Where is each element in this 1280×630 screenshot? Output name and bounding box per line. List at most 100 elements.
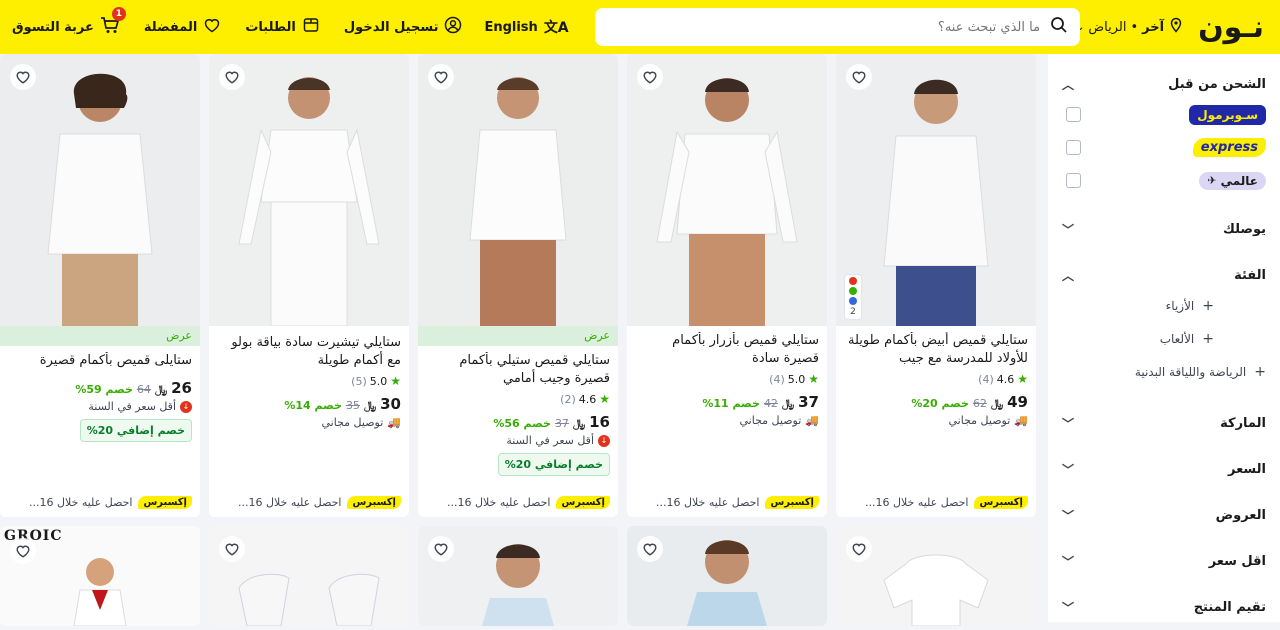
checkbox[interactable] (1066, 107, 1081, 122)
product-card[interactable]: GROIC (0, 526, 200, 626)
lowest-price-note: ↓ أقل سعر في السنة (426, 434, 610, 447)
product-image[interactable] (627, 54, 827, 326)
category-item-fashion[interactable]: + الأزياء (1062, 289, 1266, 322)
filter-option-global[interactable]: عالمي ✈ (1062, 164, 1266, 197)
checkbox[interactable] (1066, 140, 1081, 155)
search-input[interactable] (606, 19, 1041, 35)
category-item-toys[interactable]: + الألعاب (1062, 322, 1266, 355)
product-card[interactable] (418, 526, 618, 626)
riyal-icon: ﷼ (154, 383, 168, 396)
product-image[interactable]: 2 (836, 54, 1036, 326)
extra-discount-badge: خصم إضافي 20% (79, 419, 192, 442)
wishlist-heart-icon[interactable] (219, 64, 245, 90)
wishlist-heart-icon[interactable] (219, 536, 245, 562)
riyal-icon: ﷼ (781, 397, 795, 410)
filter-offers[interactable]: العروض ﹀ (1062, 492, 1266, 538)
product-card[interactable]: 2 ستايلي قميص أبيض بأكمام طويلة للأولاد … (836, 54, 1036, 517)
product-image[interactable] (0, 54, 200, 326)
filter-delivery[interactable]: يوصلك ﹀ (1062, 215, 1266, 243)
airplane-icon: ✈ (1207, 174, 1217, 187)
product-card[interactable]: عرض ستايلى قميص بأكمام قصيرة 26 ﷼ 64 خصم… (0, 54, 200, 517)
riyal-icon: ﷼ (572, 417, 586, 430)
riyal-icon: ﷼ (990, 397, 1004, 410)
product-rating: ★ 5.0 (5) (351, 374, 401, 388)
filter-lowest-price[interactable]: اقل سعر ﹀ (1062, 538, 1266, 584)
filter-price[interactable]: السعر ﹀ (1062, 446, 1266, 492)
product-image[interactable] (418, 54, 618, 326)
filter-brand[interactable]: الماركة ﹀ (1062, 400, 1266, 446)
price-row: 16 ﷼ 37 خصم 56% (493, 413, 610, 431)
cart-link[interactable]: 1 عربة التسوق (0, 7, 132, 38)
product-card[interactable] (627, 526, 827, 626)
wishlist-heart-icon[interactable] (637, 536, 663, 562)
location-selector[interactable]: آخر • الرياض ⌄ (1076, 17, 1184, 37)
product-rating: ★ 4.6 (2) (560, 392, 610, 406)
filter-option-express[interactable]: express (1062, 131, 1266, 164)
filter-shipped-by[interactable]: الشحن من قبل ︿ (1062, 70, 1266, 98)
search-bar[interactable] (594, 8, 1081, 46)
star-icon: ★ (599, 392, 610, 406)
express-delivery-line: إكسبرس احصل عليه خلال 16... (8, 496, 192, 509)
category-item-sports[interactable]: + الرياضة واللياقة البدنية (1062, 355, 1266, 388)
product-card[interactable] (209, 526, 409, 626)
plus-icon: + (1202, 330, 1214, 347)
express-delivery-line: إكسبرس احصل عليه خلال 16... (844, 496, 1028, 509)
product-card[interactable]: ستايلي تيشيرت سادة بياقة بولو مع أكمام ط… (209, 54, 409, 517)
product-image[interactable] (209, 54, 409, 327)
language-switch[interactable]: English 文A (474, 17, 578, 37)
extra-discount-badge: خصم إضافي 20% (497, 453, 610, 476)
location-city: الرياض (1088, 19, 1127, 35)
noon-logo[interactable]: نـون (1198, 7, 1265, 47)
wishlist-heart-icon[interactable] (637, 64, 663, 90)
wishlist-heart-icon[interactable] (10, 538, 36, 564)
offer-tag: عرض (0, 326, 200, 346)
product-card[interactable]: ستايلي قميص بأزرار بأكمام قصيرة سادة ★ 5… (627, 54, 827, 517)
express-badge: إكسبرس (556, 496, 610, 509)
chevron-down-icon: ﹀ (1062, 222, 1075, 237)
product-image[interactable] (209, 526, 409, 626)
chevron-down-icon: ﹀ (1062, 554, 1075, 569)
orders-link[interactable]: الطلبات (233, 16, 332, 38)
product-image[interactable] (418, 526, 618, 626)
product-card[interactable] (836, 526, 1036, 626)
star-icon: ★ (1017, 372, 1028, 386)
lowest-price-note: ↓ أقل سعر في السنة (8, 400, 192, 413)
express-badge: إكسبرس (138, 496, 192, 509)
wishlist-heart-icon[interactable] (10, 64, 36, 90)
filters-sidebar: الشحن من قبل ︿ سـوبرمول express عالمي ✈ … (1048, 54, 1280, 622)
filter-option-supermall[interactable]: سـوبرمول (1062, 98, 1266, 131)
wishlist-heart-icon[interactable] (846, 536, 872, 562)
truck-icon: 🚚 (387, 416, 401, 429)
product-image[interactable] (627, 526, 827, 626)
login-link[interactable]: تسجيل الدخول (332, 16, 475, 38)
product-image[interactable] (836, 526, 1036, 626)
wishlist-link[interactable]: المفضلة (132, 16, 233, 38)
product-title[interactable]: ستايلي قميص بأزرار بأكمام قصيرة سادة (635, 332, 819, 368)
filter-product-rating[interactable]: تقيم المنتج ﹀ (1062, 584, 1266, 630)
top-header: نـون آخر • الرياض ⌄ English 文A تسجيل الد… (0, 0, 1280, 54)
express-badge: إكسبرس (974, 496, 1028, 509)
chevron-down-icon: ﹀ (1062, 600, 1075, 615)
product-title[interactable]: ستايلي تيشيرت سادة بياقة بولو مع أكمام ط… (217, 334, 401, 370)
product-title[interactable]: ستايلي قميص ستيلي بأكمام قصيرة وجيب أمام… (426, 352, 610, 388)
wishlist-heart-icon[interactable] (428, 64, 454, 90)
chevron-up-icon: ︿ (1062, 77, 1075, 92)
free-delivery-note: 🚚 توصيل مجاني (321, 416, 401, 429)
checkbox[interactable] (1066, 173, 1081, 188)
product-title[interactable]: ستايلى قميص بأكمام قصيرة (8, 352, 192, 372)
product-image[interactable]: GROIC (0, 526, 200, 626)
search-icon[interactable] (1050, 16, 1068, 38)
filter-category[interactable]: الفئة ︿ (1062, 261, 1266, 289)
location-label: آخر (1142, 19, 1165, 35)
wishlist-heart-icon[interactable] (428, 536, 454, 562)
chevron-down-icon: ﹀ (1062, 462, 1075, 477)
cart-count-badge: 1 (111, 7, 126, 21)
color-swatches[interactable]: 2 (844, 274, 862, 320)
wishlist-heart-icon[interactable] (846, 64, 872, 90)
product-card[interactable]: عرض ستايلي قميص ستيلي بأكمام قصيرة وجيب … (418, 54, 618, 517)
express-delivery-line: إكسبرس احصل عليه خلال 16... (217, 496, 401, 509)
price-row: 30 ﷼ 35 خصم 14% (284, 395, 401, 413)
free-delivery-note: 🚚 توصيل مجاني (948, 414, 1028, 427)
price-row: 26 ﷼ 64 خصم 59% (75, 379, 192, 397)
product-title[interactable]: ستايلي قميص أبيض بأكمام طويلة للأولاد لل… (844, 332, 1028, 368)
